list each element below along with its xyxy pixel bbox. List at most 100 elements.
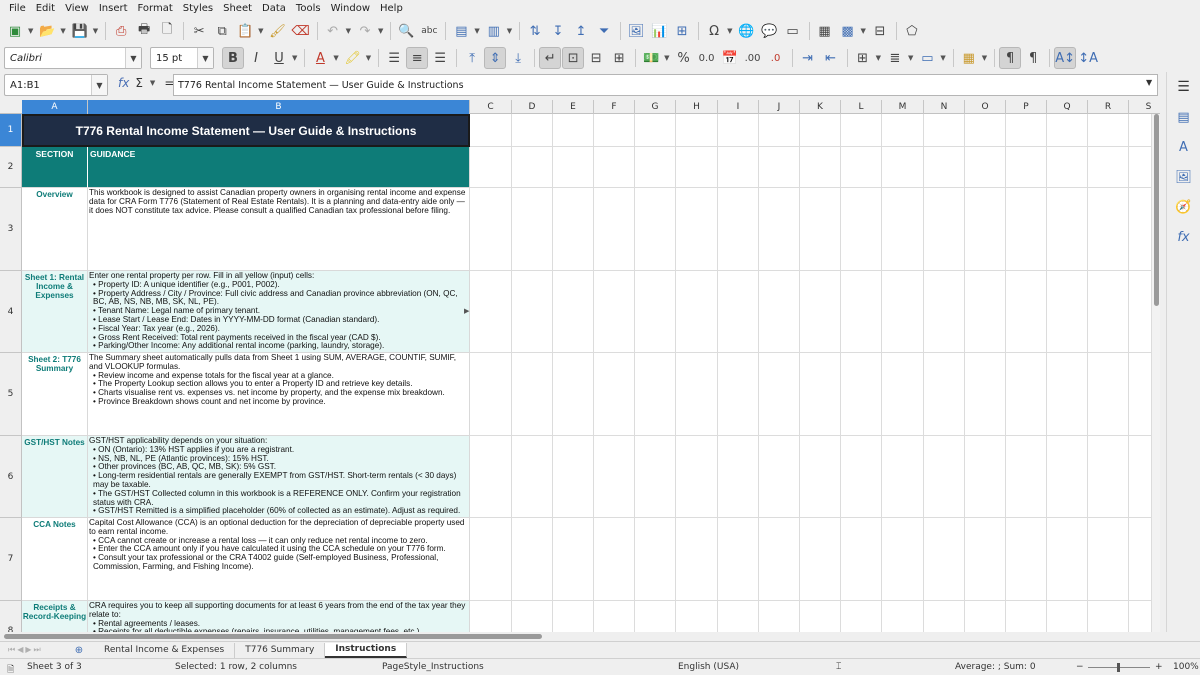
increase-indent-icon[interactable]: ⇥ xyxy=(797,47,819,69)
text-orientation-vertical-icon[interactable]: ↕A xyxy=(1077,47,1099,69)
align-right-icon[interactable]: ☰ xyxy=(429,47,451,69)
row-header[interactable]: 4 xyxy=(0,271,22,353)
sort-descending-icon[interactable]: ↥ xyxy=(570,20,592,42)
merge-cells-icon[interactable]: ⊟ xyxy=(585,47,607,69)
section-name-cell[interactable]: Receipts & Record-Keeping xyxy=(22,601,88,632)
freeze-dropdown-icon[interactable]: ▼ xyxy=(861,27,866,35)
menu-data[interactable]: Data xyxy=(257,3,291,14)
undo-dropdown-icon[interactable]: ▼ xyxy=(346,27,351,35)
row-header[interactable]: 1 xyxy=(0,114,22,147)
row-header[interactable]: 5 xyxy=(0,353,22,436)
currency-format-icon[interactable]: 💵 xyxy=(640,47,662,69)
column-header[interactable]: M xyxy=(882,100,924,114)
insert-image-icon[interactable]: 🖼 xyxy=(625,20,647,42)
add-sheet-icon[interactable]: ⊕ xyxy=(70,645,88,656)
insert-chart-icon[interactable]: 📊 xyxy=(648,20,670,42)
redo-icon[interactable]: ↷ xyxy=(354,20,376,42)
menu-file[interactable]: File xyxy=(4,3,31,14)
border-style-dropdown-icon[interactable]: ▼ xyxy=(908,54,913,62)
zoom-slider-thumb[interactable] xyxy=(1117,663,1120,672)
menu-tools[interactable]: Tools xyxy=(291,3,326,14)
menu-edit[interactable]: Edit xyxy=(31,3,60,14)
font-color-icon[interactable]: A xyxy=(309,47,331,69)
font-size-combobox[interactable]: 15 pt ▼ xyxy=(150,47,214,69)
column-header[interactable]: S xyxy=(1129,100,1160,114)
sheet-title-cell[interactable]: T776 Rental Income Statement — User Guid… xyxy=(22,114,470,147)
styles-icon[interactable]: A xyxy=(1174,138,1194,156)
find-replace-icon[interactable]: 🔍 xyxy=(395,20,417,42)
vertical-scrollbar[interactable] xyxy=(1151,114,1160,632)
zoom-in-icon[interactable]: + xyxy=(1155,662,1163,672)
save-dropdown-icon[interactable]: ▼ xyxy=(93,27,98,35)
horizontal-scroll-thumb[interactable] xyxy=(4,634,542,639)
print-preview-icon[interactable]: 🗋 xyxy=(156,20,178,42)
new-icon[interactable]: ▣ xyxy=(4,20,26,42)
redo-dropdown-icon[interactable]: ▼ xyxy=(378,27,383,35)
special-character-dropdown-icon[interactable]: ▼ xyxy=(727,27,732,35)
column-header[interactable]: A xyxy=(22,100,88,114)
freeze-rows-columns-icon[interactable]: ▩ xyxy=(837,20,859,42)
horizontal-scrollbar[interactable] xyxy=(0,632,1160,641)
column-icon[interactable]: ▥ xyxy=(483,20,505,42)
align-left-icon[interactable]: ☰ xyxy=(383,47,405,69)
column-header[interactable]: J xyxy=(759,100,800,114)
row-header[interactable]: 3 xyxy=(0,188,22,271)
row-icon[interactable]: ▤ xyxy=(450,20,472,42)
section-header-cell[interactable]: SECTION xyxy=(22,147,88,188)
highlight-dropdown-icon[interactable]: ▼ xyxy=(366,54,371,62)
chevron-down-icon[interactable]: ▼ xyxy=(125,48,141,68)
align-top-icon[interactable]: ⤒ xyxy=(461,47,483,69)
hyperlink-icon[interactable]: 🌐 xyxy=(736,20,758,42)
guidance-cell[interactable]: Capital Cost Allowance (CCA) is an optio… xyxy=(88,518,470,601)
section-name-cell[interactable]: Sheet 2: T776 Summary xyxy=(22,353,88,436)
special-character-icon[interactable]: Ω xyxy=(703,20,725,42)
row-header[interactable]: 2 xyxy=(0,147,22,188)
currency-dropdown-icon[interactable]: ▼ xyxy=(664,54,669,62)
unmerge-cells-icon[interactable]: ⊞ xyxy=(608,47,630,69)
section-name-cell[interactable]: GST/HST Notes xyxy=(22,436,88,518)
underline-dropdown-icon[interactable]: ▼ xyxy=(292,54,297,62)
sum-icon[interactable]: Σ xyxy=(135,76,143,90)
column-header[interactable]: L xyxy=(841,100,882,114)
guidance-cell[interactable]: GST/HST applicability depends on your si… xyxy=(88,436,470,518)
previous-sheet-icon[interactable]: ◀ xyxy=(17,645,23,655)
clone-formatting-icon[interactable]: 🖌 xyxy=(267,20,289,42)
section-name-cell[interactable]: Sheet 1: Rental Income & Expenses xyxy=(22,271,88,353)
first-sheet-icon[interactable]: ⏮ xyxy=(8,645,15,655)
menu-sheet[interactable]: Sheet xyxy=(218,3,257,14)
last-sheet-icon[interactable]: ⏭ xyxy=(34,645,41,655)
italic-icon[interactable]: I xyxy=(245,47,267,69)
row-header[interactable]: 6 xyxy=(0,436,22,518)
clear-formatting-icon[interactable]: ⌫ xyxy=(290,20,312,42)
guidance-cell[interactable]: This workbook is designed to assist Cana… xyxy=(88,188,470,271)
column-header[interactable]: C xyxy=(470,100,512,114)
section-name-cell[interactable]: Overview xyxy=(22,188,88,271)
pivot-table-icon[interactable]: ⊞ xyxy=(671,20,693,42)
bold-icon[interactable]: B xyxy=(222,47,244,69)
font-name-combobox[interactable]: Calibri ▼ xyxy=(4,47,142,69)
percent-format-icon[interactable]: % xyxy=(673,47,695,69)
sidebar-menu-icon[interactable]: ☰ xyxy=(1174,78,1194,96)
column-header[interactable]: O xyxy=(965,100,1006,114)
column-header[interactable]: B xyxy=(88,100,470,114)
right-to-left-icon[interactable]: ¶ xyxy=(1022,47,1044,69)
paste-icon[interactable]: 📋 xyxy=(234,20,256,42)
column-header[interactable]: R xyxy=(1088,100,1129,114)
spreadsheet-grid[interactable]: ABCDEFGHIJKLMNOPQRS 1 2 3 4 5 6 7 8 T776 Rental … xyxy=(0,100,1160,632)
guidance-cell[interactable]: The Summary sheet automatically pulls da… xyxy=(88,353,470,436)
column-header[interactable]: G xyxy=(635,100,676,114)
chevron-down-icon[interactable]: ▼ xyxy=(91,75,107,95)
underline-icon[interactable]: U xyxy=(268,47,290,69)
column-header[interactable]: E xyxy=(553,100,594,114)
sort-icon[interactable]: ⇅ xyxy=(524,20,546,42)
formula-input[interactable]: T776 Rental Income Statement — User Guid… xyxy=(173,74,1158,96)
column-header[interactable]: D xyxy=(512,100,553,114)
align-bottom-icon[interactable]: ⤓ xyxy=(507,47,529,69)
zoom-level[interactable]: 100% xyxy=(1173,662,1199,672)
column-header[interactable]: K xyxy=(800,100,841,114)
tab-instructions[interactable]: Instructions xyxy=(325,642,408,658)
sort-ascending-icon[interactable]: ↧ xyxy=(547,20,569,42)
borders-dropdown-icon[interactable]: ▼ xyxy=(876,54,881,62)
status-language[interactable]: English (USA) xyxy=(678,662,739,672)
navigator-icon[interactable]: 🧭 xyxy=(1174,198,1194,216)
